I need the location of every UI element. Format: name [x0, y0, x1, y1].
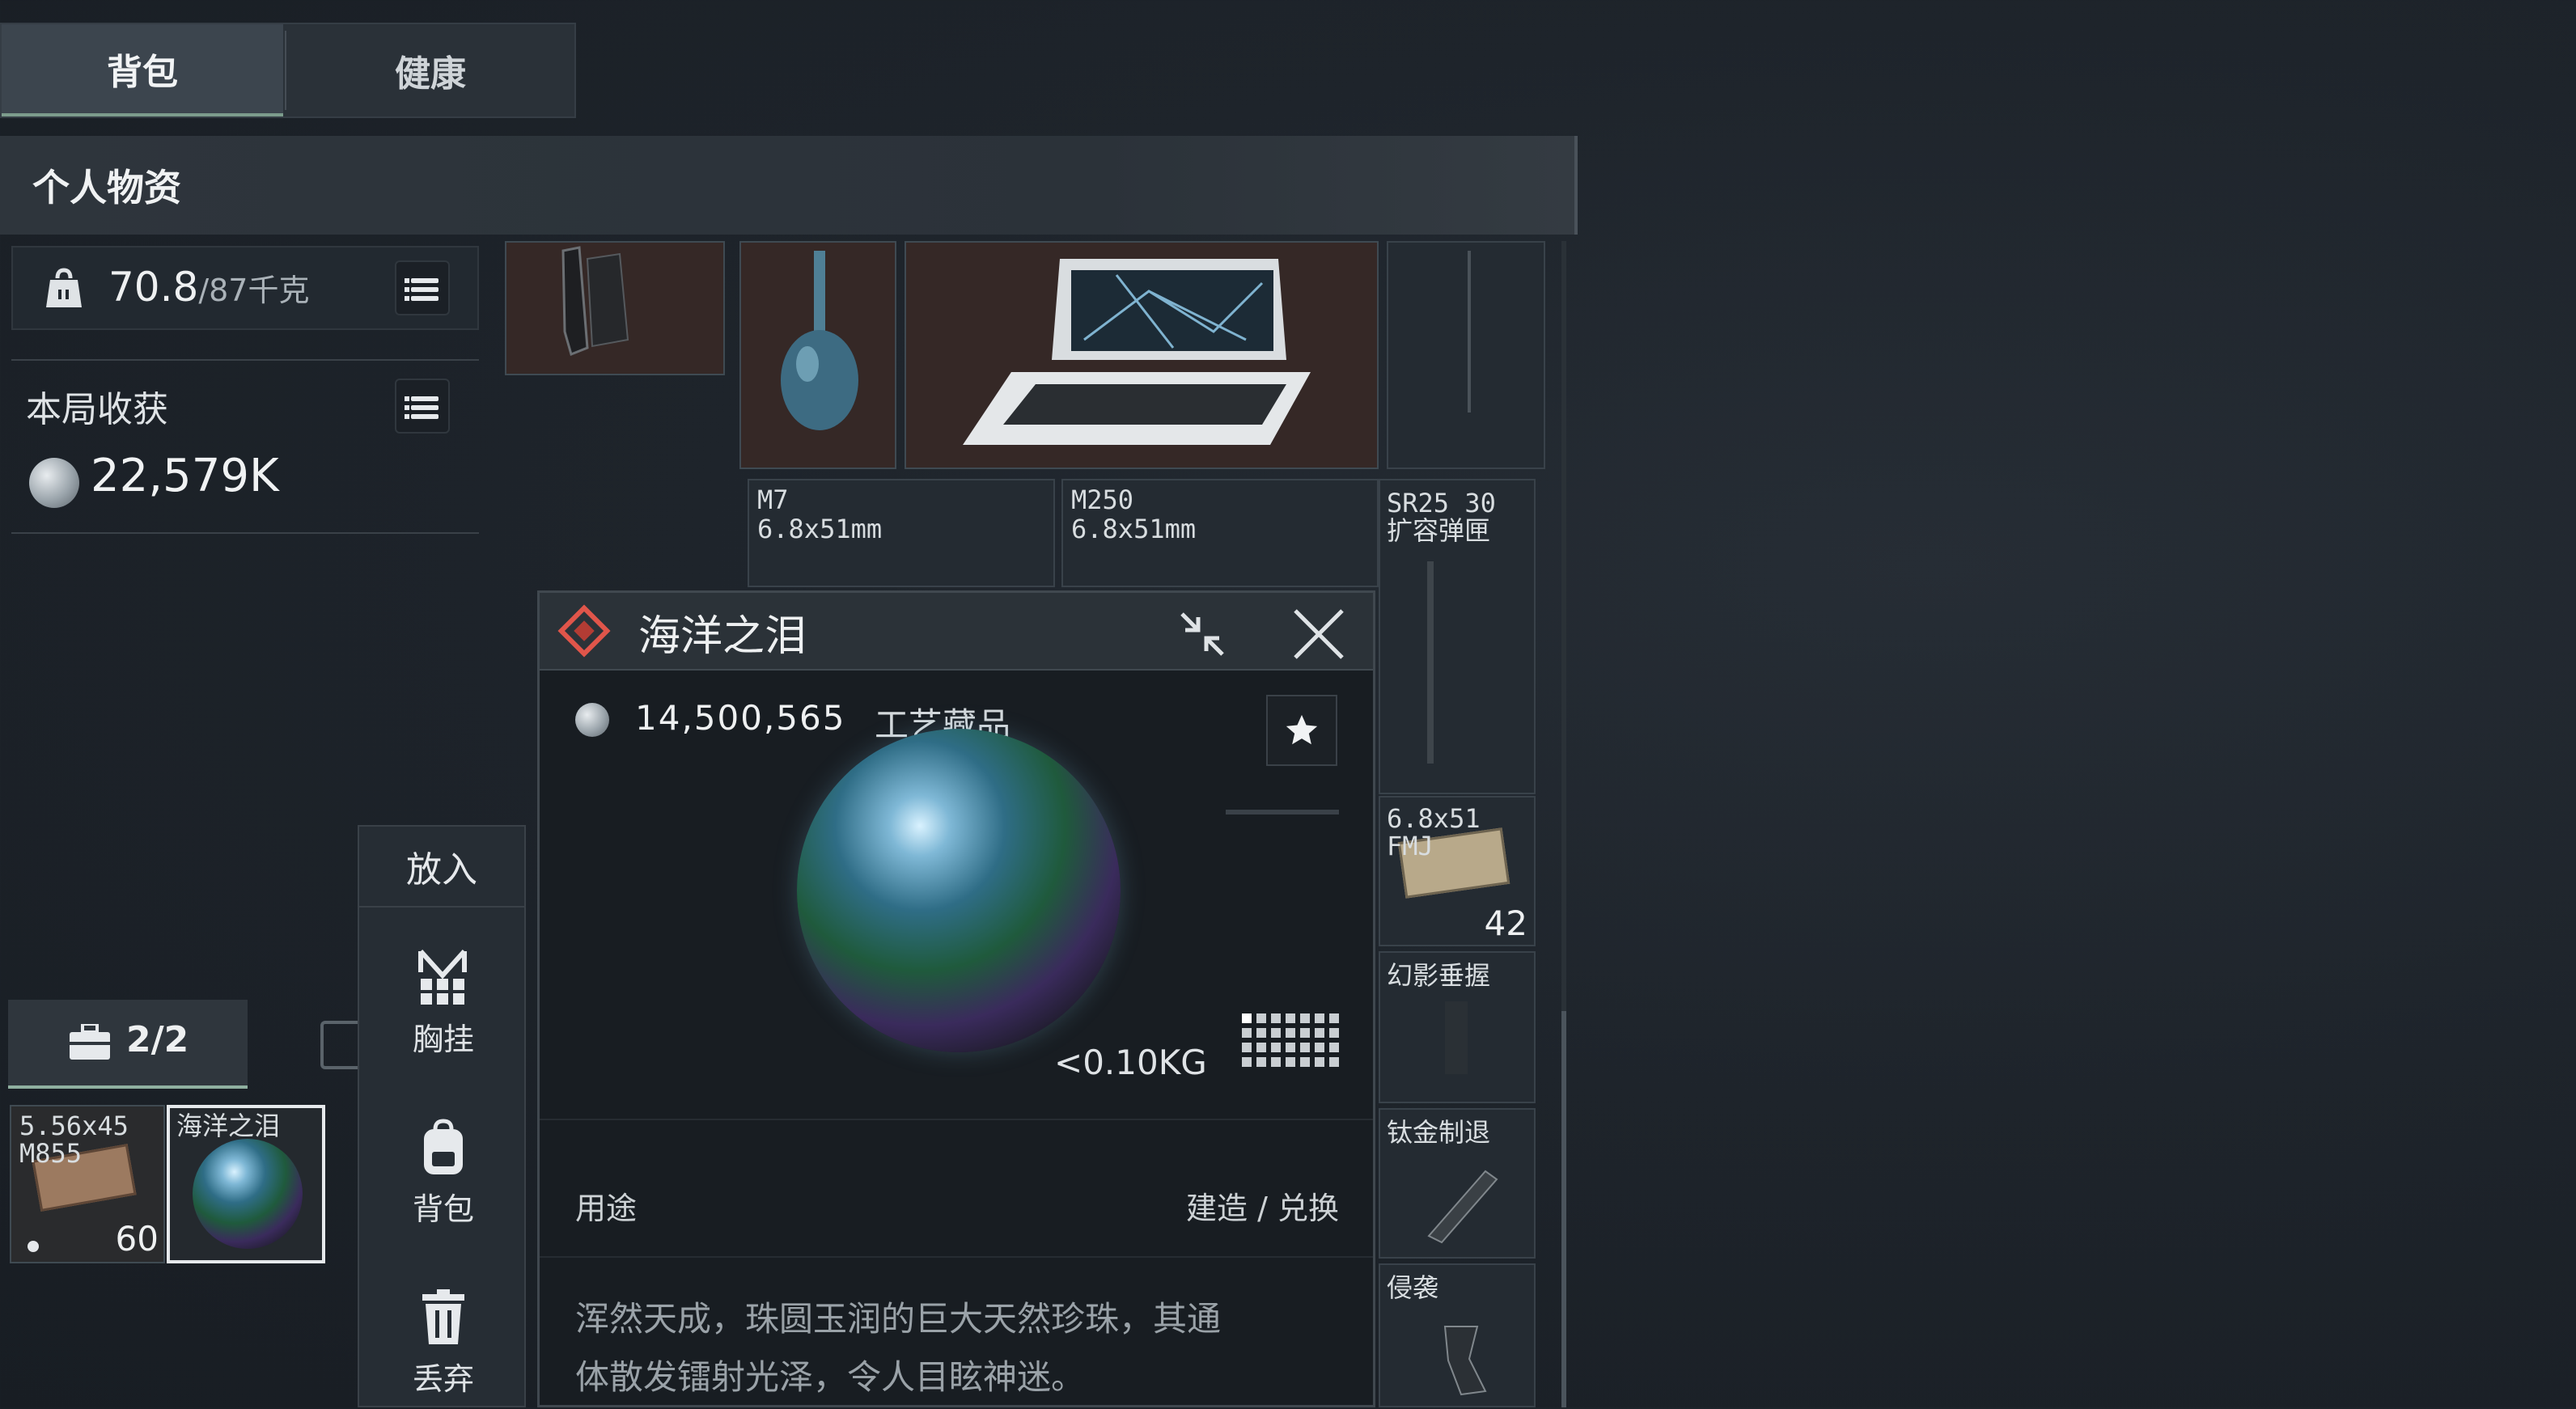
inventory-slot-flask[interactable] — [739, 241, 896, 469]
m250-name: M250 — [1071, 484, 1134, 515]
weight-list-button[interactable] — [395, 260, 450, 315]
put-into-menu: 放入 胸挂 背包 丢弃 — [358, 825, 526, 1407]
item-name: 海洋之泪 — [638, 611, 807, 661]
m250-caliber: 6.8x51mm — [1071, 514, 1197, 544]
slot1-count: 60 — [115, 1219, 159, 1259]
weight-box: 70.8 /87千克 — [11, 246, 479, 330]
usage-label: 用途 — [575, 1191, 638, 1226]
trash-icon — [422, 1289, 464, 1344]
favorite-button[interactable] — [1266, 695, 1337, 766]
weight-current: 70.8 — [108, 264, 199, 311]
inventory-slot-m250[interactable]: M250 6.8x51mm — [1061, 479, 1379, 587]
chest-rig-icon — [418, 949, 467, 1005]
grip-icon — [1445, 1001, 1468, 1074]
session-value: 22,579K — [91, 450, 279, 502]
backpack-label: 背包 — [412, 1191, 474, 1227]
status-dot — [28, 1241, 39, 1252]
divider — [540, 1256, 1373, 1258]
weight-readout: 70.8 /87千克 — [108, 264, 310, 315]
raid-label: 侵袭 — [1387, 1272, 1439, 1303]
muzzle-icon — [1427, 1170, 1498, 1244]
top-tab-bar: 背包 健康 — [0, 23, 576, 118]
description-line-2: 体散发镭射光泽，令人目眩神迷。 — [575, 1357, 1086, 1397]
flask-item-icon — [781, 251, 858, 430]
discard-label: 丢弃 — [412, 1361, 474, 1397]
inventory-slot-armor[interactable] — [505, 241, 725, 375]
backpack-icon — [424, 1119, 463, 1174]
inventory-slot-raid[interactable]: 侵袭 — [1379, 1263, 1536, 1407]
weight-max: /87千克 — [198, 273, 310, 308]
tab-health[interactable]: 健康 — [286, 24, 574, 116]
personal-supplies-header: 个人物资 — [0, 136, 1578, 235]
toolbox-count: 2/2 — [126, 1019, 189, 1060]
close-icon[interactable] — [1289, 604, 1349, 664]
slot2-label: 海洋之泪 — [176, 1111, 281, 1141]
chest-rig-label: 胸挂 — [412, 1022, 474, 1057]
menu-item-backpack[interactable]: 背包 — [359, 1118, 527, 1255]
inventory-slot-grip[interactable]: 幻影垂握 — [1379, 951, 1536, 1103]
sr25-line2: 扩容弹匣 — [1387, 515, 1491, 546]
toolbox-icon — [70, 1024, 110, 1060]
toolbox-tab[interactable]: 2/2 — [8, 1000, 248, 1089]
pearl-item-image — [797, 729, 1121, 1052]
menu-title: 放入 — [359, 827, 524, 908]
price-coin-icon — [575, 703, 609, 737]
menu-item-chest-rig[interactable]: 胸挂 — [359, 948, 527, 1085]
pocket-slot-pearl[interactable]: 海洋之泪 — [167, 1105, 325, 1263]
item-price: 14,500,565 — [635, 698, 846, 738]
divider — [540, 1119, 1373, 1120]
star-icon — [1286, 714, 1318, 745]
coin-icon — [29, 458, 79, 508]
menu-item-discard[interactable]: 丢弃 — [359, 1289, 527, 1409]
pistol-grip-icon — [1443, 1326, 1487, 1396]
m7-name: M7 — [757, 484, 789, 515]
pocket-slot-ammo[interactable]: 5.56x45 M855 60 — [10, 1105, 165, 1263]
inventory-slot-muzzle[interactable]: 钛金制退 — [1379, 1108, 1536, 1259]
description-line-1: 浑然天成，珠圆玉润的巨大天然珍珠，其通 — [575, 1299, 1222, 1339]
sr25-line1: SR25 30 — [1387, 488, 1496, 518]
tab-backpack[interactable]: 背包 — [2, 24, 283, 116]
ammo-line1: 6.8x51 — [1387, 803, 1481, 834]
collapse-icon[interactable] — [1174, 606, 1231, 662]
divider — [11, 532, 479, 534]
armor-item-icon — [561, 246, 629, 357]
ammo-count: 42 — [1484, 903, 1527, 943]
ammo-line2: FMJ — [1387, 831, 1434, 861]
rifle-part-icon — [1468, 251, 1471, 413]
tab-backpack-label: 背包 — [107, 52, 178, 93]
magazine-icon — [1427, 561, 1434, 764]
size-grid-icon — [1242, 1013, 1339, 1067]
usage-value: 建造 / 兑换 — [1186, 1191, 1339, 1226]
inventory-slot-ammo-box[interactable]: 6.8x51 FMJ 42 — [1379, 796, 1536, 946]
m7-caliber: 6.8x51mm — [757, 514, 883, 544]
rarity-diamond-icon — [557, 604, 611, 658]
secondary-container-icon[interactable] — [320, 1021, 358, 1069]
grip-label: 幻影垂握 — [1387, 960, 1491, 991]
item-description: 浑然天成，珠圆玉润的巨大天然珍珠，其通 体散发镭射光泽，令人目眩神迷。 — [575, 1290, 1221, 1407]
inventory-slot-sr25-mag[interactable]: SR25 30 扩容弹匣 — [1379, 479, 1536, 794]
page-title: 个人物资 — [32, 166, 181, 209]
item-weight: <0.10KG — [1054, 1043, 1207, 1082]
weight-icon — [44, 267, 84, 311]
inventory-slot-laptop[interactable] — [905, 241, 1379, 469]
item-detail-panel: 海洋之泪 14,500,565 工艺藏品 <0.10KG 用途 建造 / 兑换 … — [537, 590, 1375, 1407]
tab-health-label: 健康 — [395, 53, 466, 95]
muzzle-label: 钛金制退 — [1387, 1117, 1491, 1148]
session-label: 本局收获 — [26, 389, 168, 430]
pearl-thumbnail — [193, 1139, 303, 1249]
grid-scrollbar-thumb[interactable] — [1561, 1011, 1566, 1407]
slot1-line2: M855 — [19, 1138, 83, 1169]
session-list-button[interactable] — [395, 379, 450, 434]
decorative-line — [1226, 810, 1339, 815]
inventory-slot-m7[interactable]: M7 6.8x51mm — [748, 479, 1055, 587]
laptop-item-icon — [963, 259, 1311, 445]
item-detail-header: 海洋之泪 — [540, 593, 1373, 671]
slot1-line1: 5.56x45 — [19, 1111, 129, 1141]
inventory-slot-rifle-part[interactable] — [1387, 241, 1545, 469]
divider — [11, 359, 479, 361]
